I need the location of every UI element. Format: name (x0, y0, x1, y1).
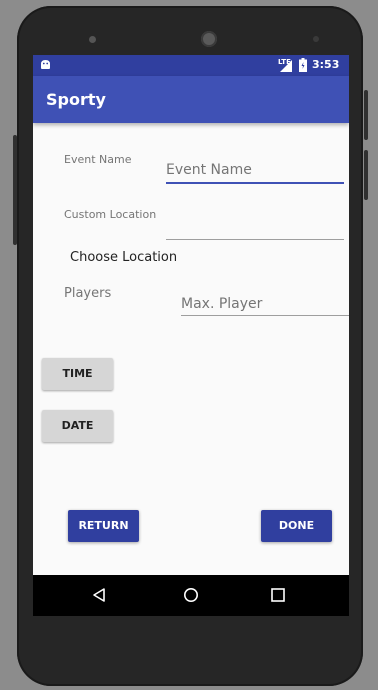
custom-location-input[interactable] (166, 218, 344, 238)
custom-location-underline (166, 239, 344, 240)
recent-apps-icon[interactable] (271, 588, 285, 602)
home-icon[interactable] (183, 587, 199, 603)
max-player-underline (181, 315, 349, 316)
event-name-underline (166, 182, 344, 184)
app-title: Sporty (46, 90, 106, 109)
players-label: Players (64, 286, 112, 301)
back-icon[interactable] (91, 587, 107, 603)
signal-icon (280, 60, 292, 72)
time-button[interactable]: TIME (42, 358, 113, 390)
status-bar: LTE 3:53 (33, 55, 349, 76)
phone-volume-button (364, 90, 368, 140)
done-button[interactable]: DONE (261, 510, 332, 542)
earpiece-speaker (201, 31, 217, 47)
custom-location-label: Custom Location (64, 208, 157, 221)
proximity-sensor (313, 36, 319, 42)
battery-icon (299, 58, 307, 72)
status-clock: 3:53 (312, 58, 340, 71)
app-screen: LTE 3:53 Sporty Event Name Custom Locati… (33, 55, 349, 616)
max-player-input[interactable] (181, 294, 349, 314)
navigation-bar (33, 575, 349, 616)
choose-location-button[interactable]: Choose Location (70, 250, 177, 265)
event-name-input[interactable] (166, 160, 344, 180)
app-bar: Sporty (33, 76, 349, 123)
android-icon (41, 60, 50, 69)
return-button[interactable]: RETURN (68, 510, 139, 542)
phone-power-button (364, 150, 368, 200)
date-button[interactable]: DATE (42, 410, 113, 442)
event-name-label: Event Name (64, 153, 132, 166)
front-camera (89, 36, 96, 43)
